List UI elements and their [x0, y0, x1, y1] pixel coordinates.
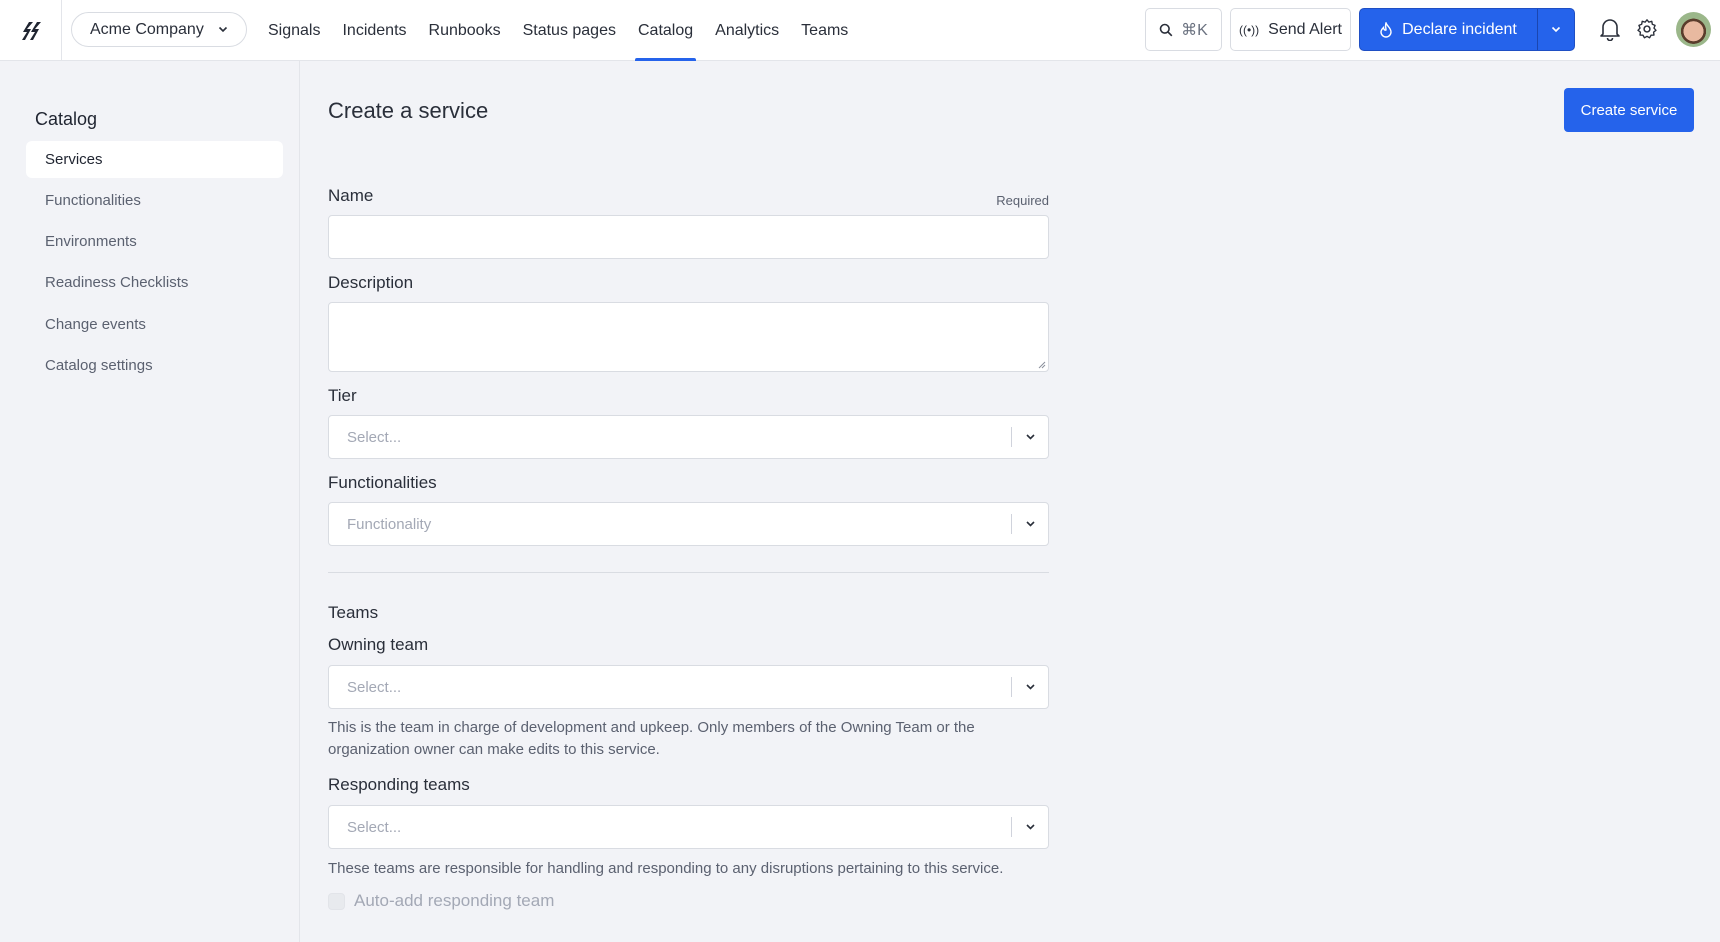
sidebar-title: Catalog	[35, 109, 98, 129]
nav-teams[interactable]: Teams	[801, 0, 848, 61]
search-button[interactable]: ⌘K	[1145, 8, 1222, 51]
declare-options-button[interactable]	[1538, 9, 1574, 50]
chevron-down-icon[interactable]	[1012, 824, 1048, 830]
send-alert-button[interactable]: ((•)) Send Alert	[1230, 8, 1351, 51]
owning-team-placeholder: Select...	[347, 678, 402, 696]
nav-label: Catalog	[637, 21, 694, 39]
section-divider	[328, 572, 1049, 573]
declare-incident-group: Declare incident	[1359, 8, 1575, 51]
name-input[interactable]	[328, 215, 1049, 259]
declare-incident-button[interactable]: Declare incident	[1360, 9, 1538, 50]
broadcast-icon: ((•))	[1238, 22, 1260, 37]
responding-teams-placeholder: Select...	[347, 818, 402, 836]
chevron-down-icon[interactable]	[1012, 684, 1048, 690]
sidebar-item-environments[interactable]: Environments	[26, 223, 283, 260]
auto-add-label: Auto-add responding team	[354, 891, 555, 910]
declare-incident-label: Declare incident	[1402, 20, 1517, 38]
top-header: Acme Company Signals Incidents Runbooks …	[0, 0, 1720, 61]
logo-icon	[21, 21, 41, 40]
sidebar-item-readiness-checklists[interactable]: Readiness Checklists	[26, 264, 283, 301]
catalog-sidebar: Catalog Services Functionalities Environ…	[0, 61, 300, 942]
sidebar-item-services[interactable]: Services	[26, 141, 283, 178]
chevron-down-icon[interactable]	[1012, 521, 1048, 527]
company-name: Acme Company	[90, 20, 204, 38]
chevron-down-icon	[1551, 26, 1561, 33]
functionalities-select[interactable]: Functionality	[328, 502, 1049, 546]
nav-catalog[interactable]: Catalog	[634, 0, 697, 61]
nav-incidents[interactable]: Incidents	[342, 0, 406, 61]
sidebar-item-label: Environments	[45, 233, 137, 250]
main-nav: Signals Incidents Runbooks Status pages …	[268, 0, 870, 61]
owning-team-select[interactable]: Select...	[328, 665, 1049, 709]
nav-label: Signals	[268, 21, 321, 39]
sidebar-item-catalog-settings[interactable]: Catalog settings	[26, 347, 283, 384]
gear-icon	[1637, 19, 1657, 39]
user-avatar[interactable]	[1676, 12, 1711, 47]
name-label: Name	[328, 186, 374, 205]
nav-label: Teams	[801, 21, 849, 39]
app-logo[interactable]	[0, 0, 62, 61]
functionalities-placeholder: Functionality	[347, 515, 432, 533]
settings-button[interactable]	[1632, 14, 1662, 44]
sidebar-item-label: Catalog settings	[45, 357, 153, 374]
create-service-button[interactable]: Create service	[1564, 88, 1694, 132]
sidebar-item-label: Readiness Checklists	[45, 274, 189, 291]
tier-placeholder: Select...	[347, 428, 402, 446]
teams-section-title: Teams	[328, 603, 379, 622]
search-shortcut: ⌘K	[1181, 21, 1208, 39]
responding-teams-select[interactable]: Select...	[328, 805, 1049, 849]
chevron-down-icon	[218, 26, 227, 33]
chevron-down-icon[interactable]	[1012, 434, 1048, 440]
search-icon	[1159, 23, 1173, 36]
tier-select[interactable]: Select...	[328, 415, 1049, 459]
auto-add-row: Auto-add responding team	[328, 891, 554, 911]
owning-team-help: This is the team in charge of developmen…	[328, 719, 975, 758]
nav-signals[interactable]: Signals	[268, 0, 320, 61]
owning-team-label: Owning team	[328, 635, 429, 654]
nav-runbooks[interactable]: Runbooks	[429, 0, 501, 61]
nav-analytics[interactable]: Analytics	[715, 0, 779, 61]
page-title: Create a service	[328, 98, 489, 123]
sidebar-item-label: Services	[45, 151, 103, 168]
company-switcher[interactable]: Acme Company	[71, 12, 247, 47]
nav-label: Analytics	[715, 21, 780, 39]
sidebar-item-label: Change events	[45, 316, 146, 333]
required-indicator: Required	[996, 193, 1049, 208]
description-label: Description	[328, 273, 414, 292]
sidebar-item-change-events[interactable]: Change events	[26, 306, 283, 343]
nav-label: Status pages	[522, 21, 616, 39]
nav-label: Incidents	[342, 21, 407, 39]
description-textarea[interactable]	[328, 302, 1049, 372]
bell-icon	[1600, 19, 1620, 41]
nav-status-pages[interactable]: Status pages	[523, 0, 616, 61]
send-alert-label: Send Alert	[1268, 20, 1342, 38]
notifications-button[interactable]	[1595, 14, 1625, 44]
sidebar-item-label: Functionalities	[45, 192, 141, 209]
functionalities-label: Functionalities	[328, 473, 437, 492]
auto-add-checkbox[interactable]	[328, 892, 345, 910]
sidebar-item-functionalities[interactable]: Functionalities	[26, 182, 283, 219]
responding-teams-label: Responding teams	[328, 775, 470, 794]
nav-label: Runbooks	[428, 21, 501, 39]
resize-handle-icon[interactable]	[1038, 361, 1046, 369]
tier-label: Tier	[328, 386, 357, 405]
responding-teams-help: These teams are responsible for handling…	[328, 860, 1004, 877]
flame-icon	[1380, 21, 1392, 38]
